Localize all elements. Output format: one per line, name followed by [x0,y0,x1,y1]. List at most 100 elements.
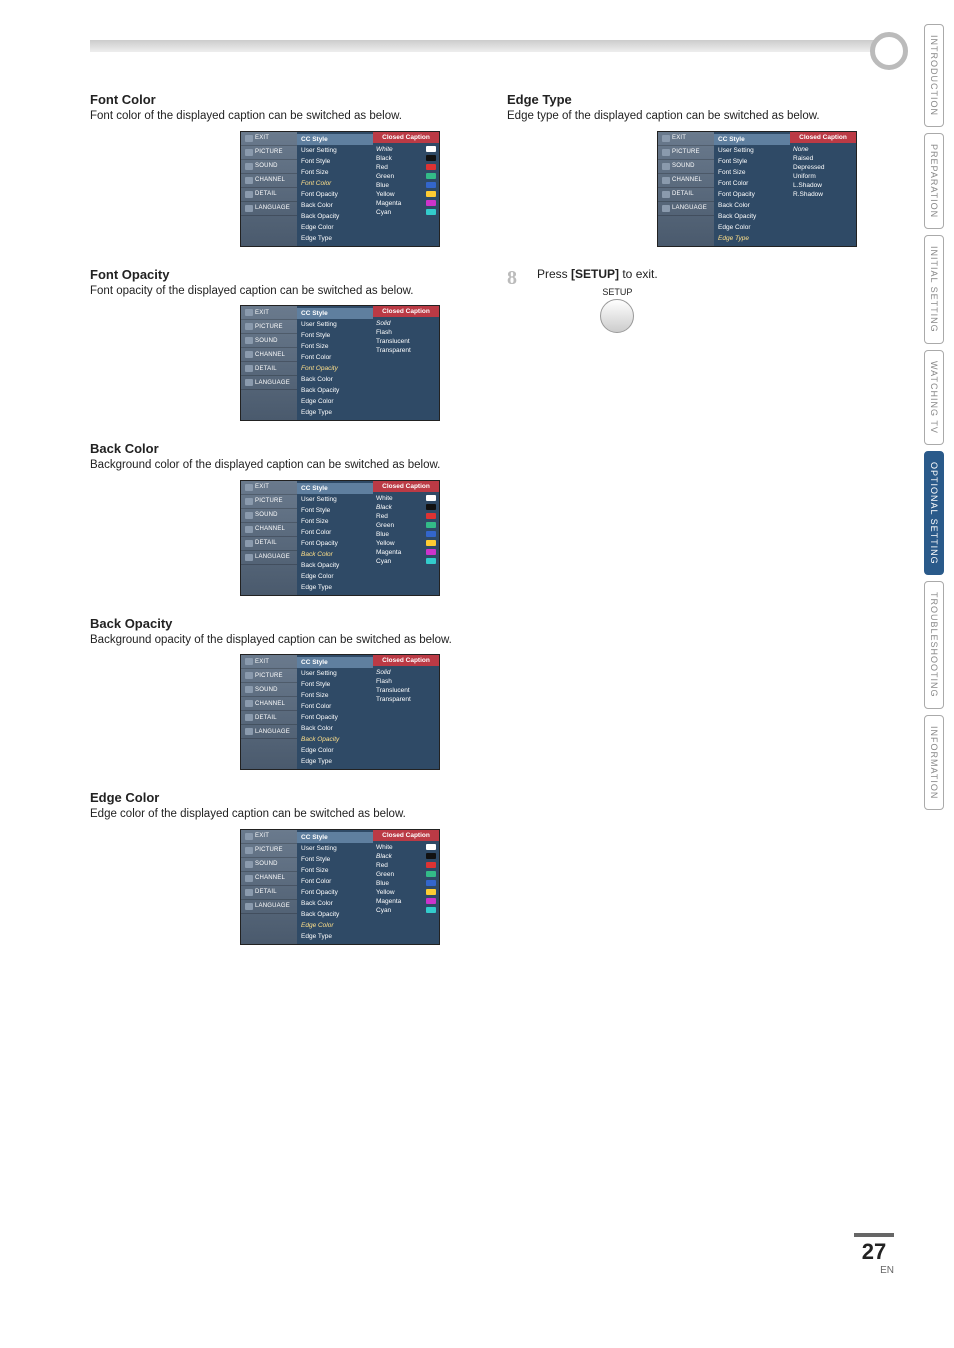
osd-nav-exit[interactable]: EXIT [241,132,297,146]
osd-nav-exit[interactable]: EXIT [241,481,297,495]
osd-mid-item[interactable]: Back Opacity [297,909,373,920]
osd-option[interactable]: Red [376,512,436,521]
osd-nav-exit[interactable]: EXIT [241,655,297,669]
osd-mid-item[interactable]: Edge Type [297,233,373,244]
osd-mid-item[interactable]: Edge Type [297,407,373,418]
osd-mid-item[interactable]: Edge Type [714,233,790,244]
osd-nav-channel[interactable]: CHANNEL [241,348,297,362]
osd-mid-item[interactable]: Edge Type [297,931,373,942]
osd-nav-channel[interactable]: CHANNEL [658,174,714,188]
osd-mid-item[interactable]: User Setting [714,145,790,156]
osd-mid-item[interactable]: Back Color [297,374,373,385]
osd-mid-item[interactable]: Font Size [714,167,790,178]
osd-nav-picture[interactable]: PICTURE [241,495,297,509]
osd-option[interactable]: Green [376,172,436,181]
osd-nav-picture[interactable]: PICTURE [241,669,297,683]
osd-mid-item[interactable]: Font Size [297,865,373,876]
osd-nav-exit[interactable]: EXIT [241,306,297,320]
osd-nav-language[interactable]: LANGUAGE [241,900,297,914]
osd-nav-channel[interactable]: CHANNEL [241,523,297,537]
osd-mid-item[interactable]: Font Color [297,527,373,538]
osd-nav-detail[interactable]: DETAIL [241,711,297,725]
osd-nav-detail[interactable]: DETAIL [241,362,297,376]
osd-option[interactable]: Raised [793,154,853,163]
osd-option[interactable]: White [376,145,436,154]
osd-option[interactable]: White [376,843,436,852]
osd-mid-item[interactable]: Font Size [297,690,373,701]
osd-mid-item[interactable]: Font Style [297,156,373,167]
osd-option[interactable]: Magenta [376,897,436,906]
osd-option[interactable]: Transparent [376,346,436,355]
osd-mid-item[interactable]: User Setting [297,319,373,330]
osd-option[interactable]: Flash [376,328,436,337]
osd-mid-item[interactable]: Edge Color [297,396,373,407]
osd-option[interactable]: Black [376,503,436,512]
side-tab-information[interactable]: INFORMATION [924,715,944,810]
osd-option[interactable]: Solid [376,668,436,677]
osd-option[interactable]: Yellow [376,190,436,199]
osd-mid-item[interactable]: Edge Color [714,222,790,233]
osd-option[interactable]: White [376,494,436,503]
osd-nav-sound[interactable]: SOUND [241,509,297,523]
osd-option[interactable]: Cyan [376,557,436,566]
osd-option[interactable]: Black [376,852,436,861]
osd-option[interactable]: Translucent [376,337,436,346]
osd-nav-sound[interactable]: SOUND [658,160,714,174]
osd-option[interactable]: R.Shadow [793,190,853,199]
osd-mid-item[interactable]: Back Color [297,898,373,909]
osd-nav-picture[interactable]: PICTURE [241,844,297,858]
osd-mid-item[interactable]: Font Opacity [297,712,373,723]
osd-nav-channel[interactable]: CHANNEL [241,697,297,711]
side-tab-optional-setting[interactable]: OPTIONAL SETTING [924,451,944,576]
osd-nav-sound[interactable]: SOUND [241,334,297,348]
osd-option[interactable]: Yellow [376,539,436,548]
osd-mid-item[interactable]: User Setting [297,843,373,854]
osd-nav-exit[interactable]: EXIT [241,830,297,844]
osd-mid-item[interactable]: Font Color [297,701,373,712]
osd-nav-detail[interactable]: DETAIL [241,537,297,551]
osd-mid-item[interactable]: Font Size [297,516,373,527]
osd-nav-language[interactable]: LANGUAGE [658,202,714,216]
osd-option[interactable]: Blue [376,181,436,190]
osd-option[interactable]: None [793,145,853,154]
osd-mid-item[interactable]: Back Color [297,723,373,734]
osd-mid-item[interactable]: Font Style [297,679,373,690]
osd-mid-item[interactable]: Font Style [297,505,373,516]
osd-nav-channel[interactable]: CHANNEL [241,872,297,886]
osd-nav-picture[interactable]: PICTURE [658,146,714,160]
osd-nav-language[interactable]: LANGUAGE [241,376,297,390]
side-tab-introduction[interactable]: INTRODUCTION [924,24,944,127]
osd-mid-item[interactable]: Font Opacity [297,363,373,374]
osd-mid-item[interactable]: Edge Color [297,571,373,582]
osd-mid-item[interactable]: User Setting [297,668,373,679]
osd-mid-item[interactable]: Edge Type [297,756,373,767]
osd-mid-item[interactable]: Font Color [297,352,373,363]
osd-option[interactable]: Green [376,870,436,879]
osd-mid-item[interactable]: Font Opacity [714,189,790,200]
osd-mid-item[interactable]: User Setting [297,494,373,505]
osd-mid-item[interactable]: Font Color [714,178,790,189]
osd-mid-item[interactable]: Font Size [297,341,373,352]
side-tab-troubleshooting[interactable]: TROUBLESHOOTING [924,581,944,709]
osd-mid-item[interactable]: Back Opacity [714,211,790,222]
setup-button-icon[interactable] [600,299,634,333]
osd-mid-item[interactable]: Back Opacity [297,560,373,571]
osd-mid-item[interactable]: Back Opacity [297,385,373,396]
osd-nav-picture[interactable]: PICTURE [241,320,297,334]
side-tab-watching-tv[interactable]: WATCHING TV [924,350,944,445]
osd-mid-item[interactable]: Font Opacity [297,887,373,898]
side-tab-initial-setting[interactable]: INITIAL SETTING [924,235,944,344]
osd-mid-item[interactable]: Back Opacity [297,734,373,745]
osd-mid-item[interactable]: Back Opacity [297,211,373,222]
osd-option[interactable]: Depressed [793,163,853,172]
osd-mid-item[interactable]: Font Color [297,178,373,189]
osd-mid-item[interactable]: Edge Color [297,920,373,931]
osd-nav-language[interactable]: LANGUAGE [241,202,297,216]
osd-option[interactable]: Blue [376,879,436,888]
osd-option[interactable]: Flash [376,677,436,686]
osd-option[interactable]: Red [376,861,436,870]
osd-mid-item[interactable]: Font Size [297,167,373,178]
osd-nav-detail[interactable]: DETAIL [241,188,297,202]
osd-option[interactable]: Blue [376,530,436,539]
osd-option[interactable]: Transparent [376,695,436,704]
